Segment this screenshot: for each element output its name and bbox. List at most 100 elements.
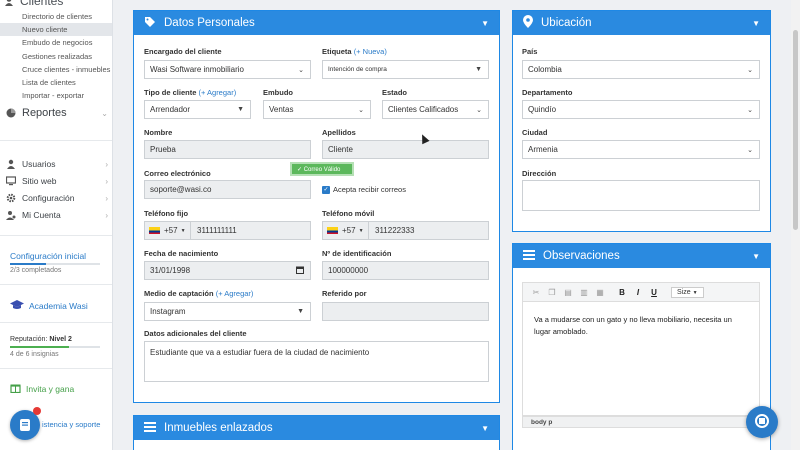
sidebar-sub-directorio[interactable]: Directorio de clientes <box>0 10 112 23</box>
location-header[interactable]: Ubicación ▼ <box>513 11 770 35</box>
paste-word-icon[interactable]: ▦ <box>593 285 607 299</box>
invite-link[interactable]: Invita y gana <box>10 382 74 395</box>
font-size-label: Size <box>677 288 691 296</box>
referido-input[interactable] <box>322 302 489 321</box>
pais-label: País <box>522 47 538 56</box>
direccion-label: Dirección <box>522 169 557 178</box>
telmovil-input[interactable]: +57 ▼ 311222333 <box>322 221 489 240</box>
apellidos-input[interactable]: Cliente <box>322 140 489 159</box>
tipo-label: Tipo de cliente (+ Agregar) <box>144 88 236 97</box>
etiqueta-select[interactable]: Intención de compra ▼ <box>322 60 489 79</box>
academy-link[interactable]: Academia Wasi <box>10 300 88 312</box>
support-label[interactable]: istencia y soporte <box>42 420 100 429</box>
linked-properties-header[interactable]: Inmuebles enlazados ▼ <box>134 416 499 440</box>
personal-data-header[interactable]: Datos Personales ▼ <box>134 11 499 35</box>
copy-icon[interactable]: ❐ <box>545 285 559 299</box>
sidebar-sub-embudo[interactable]: Embudo de negocios <box>0 36 112 49</box>
support-widget[interactable]: istencia y soporte <box>10 406 110 440</box>
sidebar-item-configuracion[interactable]: Configuración › <box>6 193 108 203</box>
italic-icon[interactable]: I <box>631 285 645 299</box>
chevron-down-icon: ⌄ <box>747 66 753 74</box>
linked-properties-title: Inmuebles enlazados <box>164 422 273 434</box>
list-icon <box>144 421 156 435</box>
telfijo-label: Teléfono fijo <box>144 209 189 218</box>
estado-value: Clientes Calificados <box>388 105 459 114</box>
help-chat-button[interactable] <box>746 406 778 438</box>
etiqueta-new-link[interactable]: (+ Nueva) <box>354 47 387 56</box>
nacimiento-label: Fecha de nacimiento <box>144 249 219 258</box>
reputation-prefix: Reputación: <box>10 336 50 343</box>
bold-icon[interactable]: B <box>615 285 629 299</box>
underline-icon[interactable]: U <box>647 285 661 299</box>
estado-select[interactable]: Clientes Calificados ⌄ <box>382 100 489 119</box>
sidebar-item-mi-cuenta[interactable]: Mi Cuenta › <box>6 210 108 220</box>
telmovil-code: +57 <box>342 226 356 235</box>
sidebar-sub-cruce[interactable]: Cruce clientes - inmuebles <box>0 63 112 76</box>
nacimiento-input[interactable]: 31/01/1998 <box>144 261 311 280</box>
acepta-correos-checkbox[interactable]: ✓ Acepta recibir correos <box>322 185 406 194</box>
divider <box>0 235 112 236</box>
font-size-select[interactable]: Size ▼ <box>671 286 704 298</box>
help-icon <box>754 413 770 431</box>
sidebar-sub-lista[interactable]: Lista de clientes <box>0 76 112 89</box>
pie-chart-icon <box>6 108 16 118</box>
sidebar-sub-nuevo-cliente[interactable]: Nuevo cliente <box>0 23 112 36</box>
paste-icon[interactable]: ▤ <box>561 285 575 299</box>
observations-header[interactable]: Observaciones ▼ <box>513 244 770 268</box>
tipo-select[interactable]: Arrendador ▼ <box>144 100 251 119</box>
colombia-flag-icon <box>327 227 338 234</box>
nombre-value: Prueba <box>150 145 176 154</box>
tipo-add-link[interactable]: (+ Agregar) <box>198 88 236 97</box>
sidebar-clientes-header[interactable]: Clientes <box>4 0 63 8</box>
identificacion-input[interactable]: 100000000 <box>322 261 489 280</box>
collapse-caret-icon[interactable]: ▼ <box>481 19 489 28</box>
user-icon <box>6 210 16 220</box>
reputation-level: Nivel 2 <box>49 336 72 343</box>
reputation-progress-bar <box>10 346 100 348</box>
editor-toolbar: ✂ ❐ ▤ ▥ ▦ B I U Size ▼ <box>522 282 760 302</box>
telmovil-label: Teléfono móvil <box>322 209 375 218</box>
config-initial-link[interactable]: Configuración inicial <box>10 251 86 261</box>
linked-properties-panel: Inmuebles enlazados ▼ <box>133 415 500 450</box>
caret-down-icon: ▼ <box>475 66 482 73</box>
direccion-textarea[interactable] <box>522 180 760 211</box>
medio-select[interactable]: Instagram ▼ <box>144 302 311 321</box>
pais-value: Colombia <box>528 65 562 74</box>
depto-select[interactable]: Quindío ⌄ <box>522 100 760 119</box>
caret-down-icon: ▼ <box>297 308 304 315</box>
adicionales-textarea[interactable]: Estudiante que va a estudiar fuera de la… <box>144 341 489 382</box>
medio-add-link[interactable]: (+ Agregar) <box>216 289 254 298</box>
cut-icon[interactable]: ✂ <box>529 285 543 299</box>
collapse-caret-icon[interactable]: ▼ <box>752 19 760 28</box>
calendar-icon[interactable] <box>296 266 304 276</box>
sidebar-item-sitio-web[interactable]: Sitio web › <box>6 176 108 186</box>
sidebar-sub-importar[interactable]: Importar - exportar <box>0 89 112 102</box>
paste-text-icon[interactable]: ▥ <box>577 285 591 299</box>
sidebar-item-reportes[interactable]: Reportes ⌄ <box>6 107 108 119</box>
pais-select[interactable]: Colombia ⌄ <box>522 60 760 79</box>
telmovil-country-select[interactable]: +57 ▼ <box>327 222 369 239</box>
email-valid-tooltip: ✓ Correo Válido <box>290 162 354 176</box>
embudo-value: Ventas <box>269 105 294 114</box>
apellidos-value: Cliente <box>328 145 353 154</box>
page-scrollbar-thumb[interactable] <box>793 30 798 230</box>
caret-down-icon: ▼ <box>237 106 244 113</box>
sidebar-cuenta-label: Mi Cuenta <box>22 210 61 220</box>
embudo-select[interactable]: Ventas ⌄ <box>263 100 371 119</box>
sidebar-item-usuarios[interactable]: Usuarios › <box>6 159 108 169</box>
observations-editor[interactable]: Va a mudarse con un gato y no lleva mobi… <box>522 302 760 416</box>
divider <box>0 284 112 285</box>
depto-value: Quindío <box>528 105 557 114</box>
editor-path-bar: body p <box>522 416 760 428</box>
sidebar-sub-gestiones[interactable]: Gestiones realizadas <box>0 50 112 63</box>
sidebar-reportes-label: Reportes <box>22 107 67 119</box>
ciudad-select[interactable]: Armenia ⌄ <box>522 140 760 159</box>
telfijo-country-select[interactable]: +57 ▼ <box>149 222 191 239</box>
encargado-select[interactable]: Wasi Software inmobiliario ⌄ <box>144 60 311 79</box>
collapse-caret-icon[interactable]: ▼ <box>481 424 489 433</box>
collapse-caret-icon[interactable]: ▼ <box>752 252 760 261</box>
correo-input[interactable]: soporte@wasi.co <box>144 180 311 199</box>
nombre-input[interactable]: Prueba <box>144 140 311 159</box>
telfijo-input[interactable]: +57 ▼ 3111111111 <box>144 221 311 240</box>
correo-value: soporte@wasi.co <box>150 185 212 194</box>
